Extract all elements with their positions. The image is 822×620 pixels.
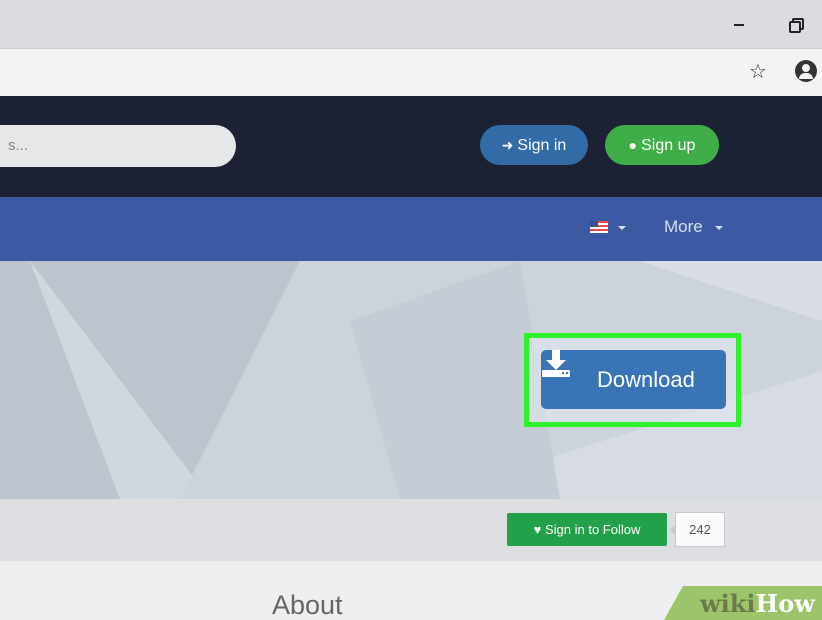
sign-in-label: Sign in [517,137,567,154]
download-label: Download [597,367,695,392]
download-icon [542,350,570,377]
sign-in-to-follow-button[interactable]: ♥ Sign in to Follow [507,513,667,546]
wikihow-logo-wiki: wiki [700,589,756,618]
chevron-down-icon[interactable] [618,226,626,230]
user-icon: ● [628,137,638,153]
about-heading: About [272,590,343,620]
browser-titlebar [0,0,822,48]
site-header: s... ➜ Sign in ● Sign up [0,96,822,197]
download-button[interactable]: Download [541,350,726,409]
nav-bar: More [0,197,822,261]
account-icon[interactable] [795,60,817,82]
more-menu[interactable]: More [664,216,703,238]
sign-in-button[interactable]: ➜ Sign in [480,125,588,165]
restore-icon[interactable] [786,14,806,34]
sign-up-label: Sign up [641,137,696,154]
star-icon[interactable]: ☆ [749,59,767,83]
page: ☆ s... ➜ Sign in ● Sign up More Download… [0,0,822,620]
wikihow-logo-how: How [755,589,815,618]
browser-toolbar: ☆ [0,48,822,96]
wikihow-logo: wikiHow [700,589,815,619]
follow-label: Sign in to Follow [544,522,641,537]
follower-count: 242 [670,512,725,547]
search-placeholder: s... [8,137,29,154]
sign-up-button[interactable]: ● Sign up [605,125,719,165]
heart-icon: ♥ [533,522,542,537]
sign-in-icon: ➜ [501,137,514,153]
chevron-down-icon[interactable] [715,226,723,230]
minimize-icon[interactable] [730,14,748,34]
follow-strip: ♥ Sign in to Follow 242 [0,499,822,561]
hero-banner: Download [0,261,822,499]
search-input[interactable]: s... [0,125,236,167]
us-flag-icon[interactable] [590,221,608,233]
